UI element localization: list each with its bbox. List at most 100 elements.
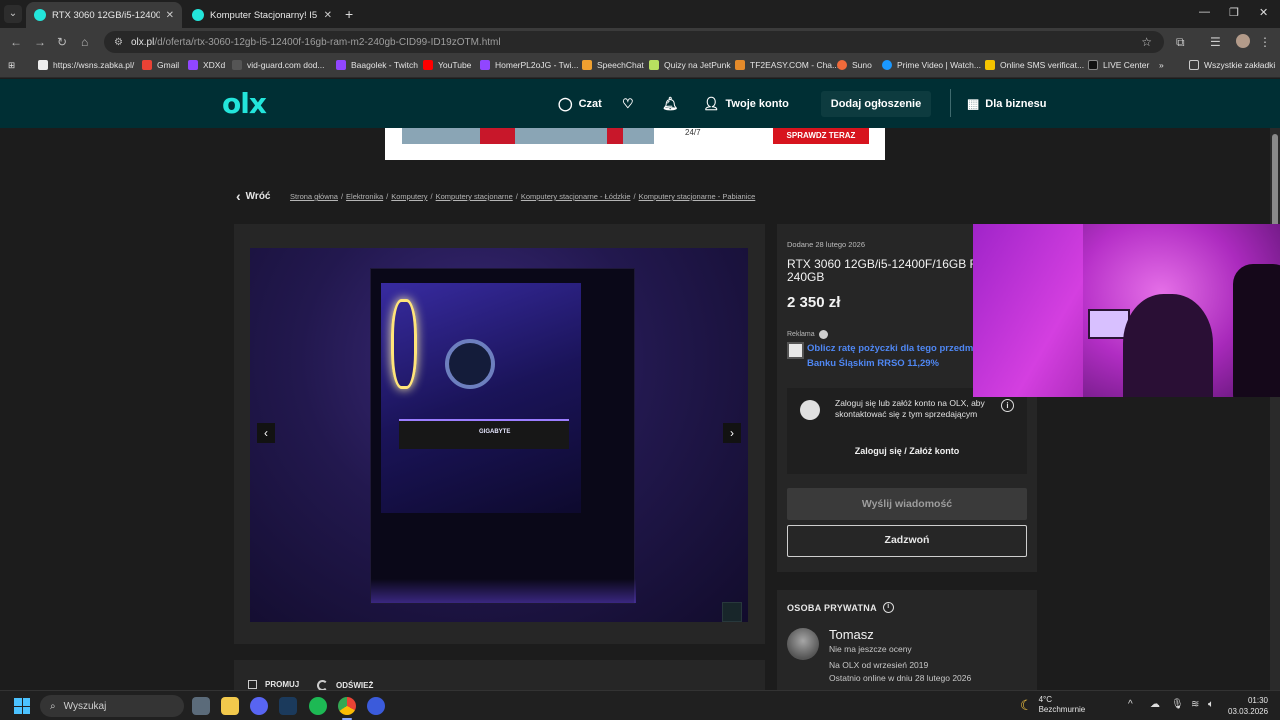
chat-link[interactable]: ◯ Czat — [558, 96, 602, 112]
breadcrumb-computers[interactable]: Komputery — [391, 192, 427, 201]
breadcrumb-region[interactable]: Komputery stacjonarne - Łódzkie — [521, 192, 631, 201]
bookmark-item[interactable]: SpeechChat — [582, 60, 644, 70]
app-icon[interactable] — [367, 697, 385, 715]
bookmark-item[interactable]: Quizy na JetPunk — [649, 60, 731, 70]
minimize-icon[interactable]: — — [1199, 6, 1210, 18]
apps-grid-icon[interactable]: ⊞ — [8, 60, 15, 71]
info-icon[interactable]: i — [882, 602, 894, 613]
microphone-icon[interactable]: 🎙︎ — [1171, 699, 1184, 710]
login-link[interactable]: Zaloguj się / Załóż konto — [787, 446, 1027, 456]
favorites-link[interactable]: ♡ — [622, 96, 640, 112]
seller-avatar[interactable] — [787, 628, 819, 660]
seller-card: OSOBA PRYWATNA i Tomasz Nie ma jeszcze oc… — [777, 590, 1037, 690]
spotify-icon[interactable] — [309, 697, 327, 715]
tab-title: RTX 3060 12GB/i5-12400F/16GB — [52, 9, 160, 21]
breadcrumb-city[interactable]: Komputery stacjonarne - Pabianice — [639, 192, 756, 201]
breadcrumb-desktops[interactable]: Komputery stacjonarne — [436, 192, 513, 201]
clock[interactable]: 01:30 03.03.2026 — [1228, 695, 1268, 717]
more-bookmarks-button[interactable]: » — [1159, 60, 1164, 70]
promote-button[interactable]: PROMUJ — [248, 680, 299, 689]
steam-icon[interactable] — [279, 697, 297, 715]
bookmark-item[interactable]: XDXd — [188, 60, 225, 70]
home-icon[interactable]: ⌂ — [81, 35, 88, 49]
bookmark-item[interactable]: Online SMS verificat... — [985, 60, 1084, 70]
chrome-icon[interactable] — [338, 697, 356, 715]
profile-avatar[interactable] — [1236, 34, 1250, 48]
bookmark-item[interactable]: Prime Video | Watch... — [882, 60, 981, 70]
post-ad-button[interactable]: Dodaj ogłoszenie — [821, 91, 931, 117]
forward-arrow-icon[interactable]: → — [34, 35, 46, 49]
header-divider — [950, 89, 951, 117]
bookmark-item[interactable]: Gmail — [142, 60, 179, 70]
wifi-icon[interactable]: ≋ — [1191, 699, 1199, 710]
bookmark-item[interactable]: vid-guard.com dod... — [232, 60, 324, 70]
chevron-up-icon[interactable]: ^ — [1128, 699, 1133, 710]
close-tab-icon[interactable]: ✕ — [166, 10, 174, 21]
close-tab-icon[interactable]: ✕ — [324, 10, 332, 21]
extensions-icon[interactable]: ⧉ — [1176, 35, 1185, 50]
bookmark-item[interactable]: https://wsns.zabka.pl/ — [38, 60, 134, 70]
info-icon[interactable]: i — [1001, 399, 1014, 412]
olx-logo[interactable]: olx — [222, 90, 267, 118]
moon-icon: ☾ — [1020, 696, 1033, 713]
reading-list-icon[interactable]: ☰ — [1210, 35, 1221, 49]
tab-inactive[interactable]: Komputer Stacjonarny! I5 12400 ✕ — [184, 2, 340, 28]
windows-start-icon[interactable] — [14, 698, 30, 714]
browser-tab-bar: ⌄ RTX 3060 12GB/i5-12400F/16GB ✕ Kompute… — [0, 0, 1280, 28]
bookmark-item[interactable]: HomerPL2oJG - Twi... — [480, 60, 578, 70]
banner-cta-button[interactable]: SPRAWDZ TERAZ — [773, 128, 869, 144]
breadcrumb-home[interactable]: Strona główna — [290, 192, 338, 201]
banner-image — [607, 128, 623, 144]
file-explorer-icon[interactable] — [221, 697, 239, 715]
back-link[interactable]: ‹ Wróć — [236, 188, 271, 204]
bookmark-item[interactable]: TF2EASY.COM - Cha... — [735, 60, 839, 70]
weather-widget[interactable]: ☾ 4°C Bezchmurnie — [1020, 695, 1085, 715]
notifications-link[interactable]: 🔔︎ — [662, 96, 685, 112]
zoom-button[interactable] — [722, 602, 742, 622]
posted-date: Dodane 28 lutego 2026 — [787, 240, 865, 249]
ad-banner[interactable]: 24/7 SPRAWDZ TERAZ — [385, 128, 885, 160]
gmail-icon — [142, 60, 152, 70]
listing-photo[interactable]: GIGABYTE ‹ › — [250, 248, 748, 622]
next-photo-button[interactable]: › — [723, 423, 741, 443]
business-link[interactable]: ▦ Dla biznesu — [967, 96, 1046, 112]
seller-name[interactable]: Tomasz — [829, 627, 874, 642]
page-scrollbar[interactable] — [1270, 128, 1280, 690]
all-bookmarks-folder[interactable]: Wszystkie zakładki — [1189, 60, 1275, 70]
refresh-button[interactable]: ODŚWIEŻ — [317, 680, 373, 690]
discord-icon[interactable] — [250, 697, 268, 715]
account-link[interactable]: 👤︎ Twoje konto — [703, 96, 789, 112]
login-prompt-text: Zaloguj się lub załóż konto na OLX, aby … — [835, 398, 985, 419]
scrollbar-thumb[interactable] — [1272, 134, 1278, 229]
task-view-icon[interactable] — [192, 697, 210, 715]
back-arrow-icon[interactable]: ← — [10, 35, 22, 49]
webcam-overlay — [973, 224, 1280, 397]
bookmark-item[interactable]: YouTube — [423, 60, 471, 70]
reload-icon[interactable]: ↻ — [57, 35, 67, 49]
loan-calculator-link[interactable]: Oblicz ratę pożyczki dla tego przedm Ban… — [787, 341, 997, 371]
new-tab-button[interactable]: + — [345, 6, 353, 22]
info-dot-icon[interactable] — [818, 330, 828, 339]
jetpunk-icon — [649, 60, 659, 70]
chrome-menu-icon[interactable]: ⋮ — [1259, 35, 1271, 49]
breadcrumb-electronics[interactable]: Elektronika — [346, 192, 383, 201]
call-button[interactable]: Zadzwoń — [787, 525, 1027, 557]
site-icon — [735, 60, 745, 70]
url-bar[interactable]: ⚙ olx.pl /d/oferta/rtx-3060-12gb-i5-1240… — [104, 31, 1164, 53]
close-window-icon[interactable]: ✕ — [1259, 6, 1268, 19]
date: 03.03.2026 — [1228, 707, 1269, 716]
bookmark-item[interactable]: Baagolek - Twitch — [336, 60, 418, 70]
send-message-button[interactable]: Wyślij wiadomość — [787, 488, 1027, 520]
volume-icon[interactable]: 🔈︎ — [1208, 699, 1214, 710]
bookmark-item[interactable]: LIVE Center — [1088, 60, 1149, 70]
taskbar-search[interactable]: ⌕ Wyszukaj — [40, 695, 184, 717]
prev-photo-button[interactable]: ‹ — [257, 423, 275, 443]
site-info-icon[interactable]: ⚙ — [114, 37, 123, 48]
onedrive-icon[interactable]: ☁ — [1150, 699, 1160, 710]
restore-icon[interactable]: ❐ — [1229, 6, 1239, 19]
tab-search-button[interactable]: ⌄ — [4, 5, 22, 23]
bookmark-item[interactable]: Suno — [837, 60, 872, 70]
tab-active[interactable]: RTX 3060 12GB/i5-12400F/16GB ✕ — [26, 2, 182, 28]
bookmark-star-icon[interactable]: ☆ — [1141, 35, 1152, 49]
bookmarks-bar: ⊞ https://wsns.zabka.pl/ Gmail XDXd vid-… — [0, 56, 1280, 78]
